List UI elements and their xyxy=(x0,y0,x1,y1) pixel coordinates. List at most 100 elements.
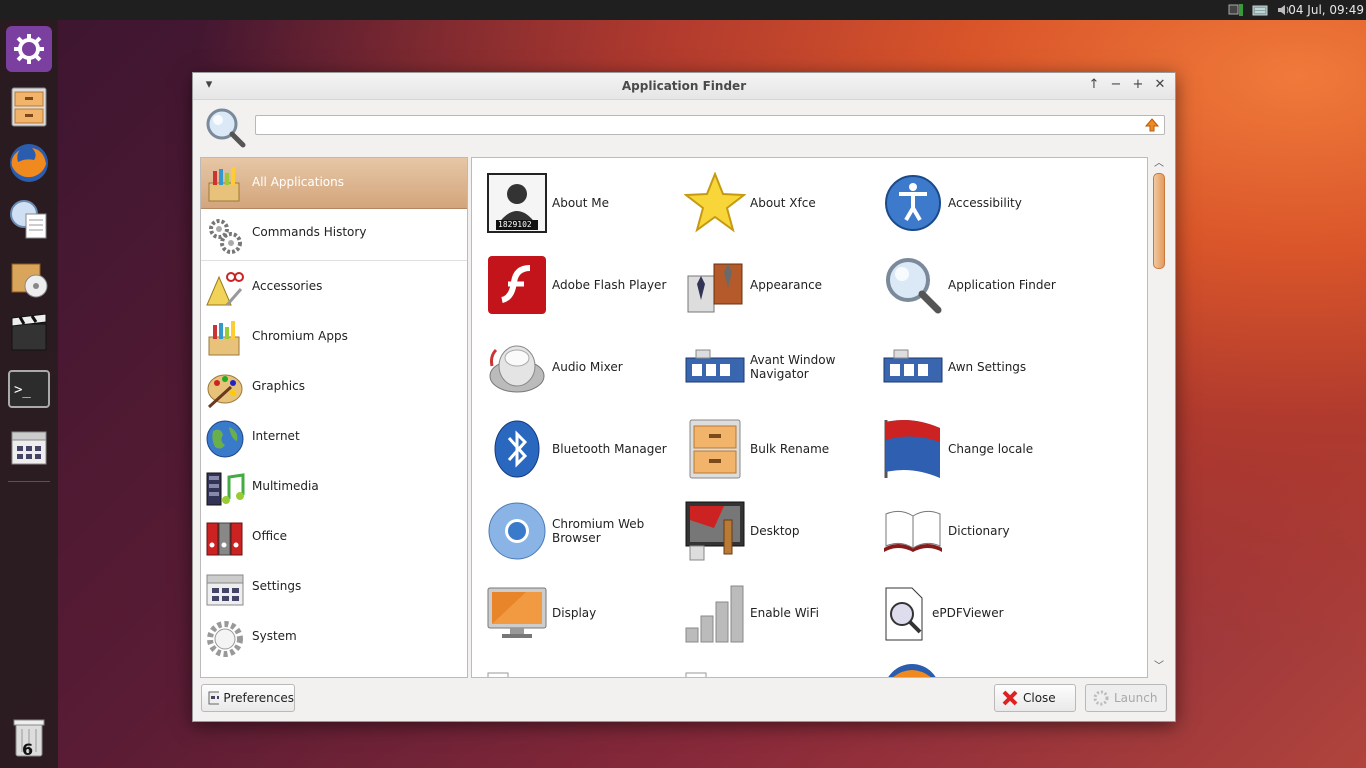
category-all-applications[interactable]: All Applications xyxy=(201,158,467,209)
preferences-icon xyxy=(208,691,220,705)
app-about-me[interactable]: 1829102 About Me xyxy=(486,172,676,236)
close-button[interactable]: Close xyxy=(994,684,1076,712)
app-appearance[interactable]: Appearance xyxy=(684,254,874,318)
maximize-icon[interactable]: + xyxy=(1130,77,1146,93)
preferences-button[interactable]: Preferences xyxy=(201,684,295,712)
category-settings[interactable]: Settings xyxy=(201,562,467,612)
scroll-down-icon[interactable]: ﹀ xyxy=(1153,662,1165,672)
app-desktop[interactable]: Desktop xyxy=(684,500,874,564)
app-chromium-web-browser[interactable]: Chromium Web Browser xyxy=(486,500,676,564)
document-viewer-icon[interactable] xyxy=(6,196,52,242)
flash-icon xyxy=(488,256,546,314)
app-audio-mixer[interactable]: Audio Mixer xyxy=(486,336,676,400)
video-player-icon[interactable] xyxy=(6,310,52,356)
app-awn-settings[interactable]: Awn Settings xyxy=(882,336,1072,400)
category-label: Accessories xyxy=(252,279,323,293)
scroll-thumb[interactable] xyxy=(1153,173,1165,269)
shade-icon[interactable]: ↑ xyxy=(1086,77,1102,93)
app-label: About Xfce xyxy=(750,196,816,210)
clear-search-icon[interactable] xyxy=(1144,118,1160,132)
chromium-apps-icon xyxy=(208,321,240,356)
svg-text:>_: >_ xyxy=(14,382,31,398)
about-me-badge: 1829102 xyxy=(498,220,532,229)
accessories-icon xyxy=(206,272,244,306)
launch-label: Launch xyxy=(1114,691,1158,705)
app-enable-wifi[interactable]: Enable WiFi xyxy=(684,582,874,646)
minimize-icon[interactable]: − xyxy=(1108,77,1124,93)
titlebar[interactable]: ▾ Application Finder ↑ − + ✕ xyxy=(193,73,1175,100)
app-label: Appearance xyxy=(750,278,823,292)
launch-button[interactable]: Launch xyxy=(1085,684,1167,712)
terminal-icon[interactable]: >_ xyxy=(6,366,52,412)
category-office[interactable]: Office xyxy=(201,512,467,562)
app-adobe-flash-player[interactable]: Adobe Flash Player xyxy=(486,254,676,318)
settings-manager-icon[interactable] xyxy=(6,26,52,72)
category-commands-history[interactable]: Commands History xyxy=(201,208,467,258)
app-partial-2[interactable] xyxy=(684,670,744,677)
category-accessories[interactable]: Accessories xyxy=(201,262,467,312)
preferences-label: Preferences xyxy=(223,691,294,705)
app-label: Desktop xyxy=(750,524,800,538)
category-internet[interactable]: Internet xyxy=(201,412,467,462)
app-label: Audio Mixer xyxy=(552,360,623,374)
category-system[interactable]: System xyxy=(201,612,467,662)
application-finder-window: ▾ Application Finder ↑ − + ✕ All Applica… xyxy=(192,72,1176,722)
palette-icon xyxy=(207,374,243,409)
app-about-xfce[interactable]: About Xfce xyxy=(684,172,874,236)
category-label: All Applications xyxy=(252,175,344,189)
scrollbar[interactable]: ︿ ﹀ xyxy=(1149,157,1167,676)
category-separator xyxy=(201,260,467,261)
category-label: Commands History xyxy=(252,225,367,239)
settings-icon[interactable] xyxy=(6,424,52,470)
search-input[interactable] xyxy=(255,115,1165,135)
app-change-locale[interactable]: Change locale xyxy=(882,418,1072,482)
app-partial-1[interactable] xyxy=(486,670,546,677)
category-multimedia[interactable]: Multimedia xyxy=(201,462,467,512)
category-label: System xyxy=(252,629,297,643)
app-display[interactable]: Display xyxy=(486,582,676,646)
archive-manager-icon[interactable] xyxy=(6,254,52,300)
scroll-up-icon[interactable]: ︿ xyxy=(1153,159,1165,169)
trash-icon[interactable]: 6 xyxy=(6,714,52,760)
mixer-knob-icon xyxy=(489,345,545,393)
app-label: About Me xyxy=(552,196,610,210)
app-label: Change locale xyxy=(948,442,1034,456)
category-chromium-apps[interactable]: Chromium Apps xyxy=(201,312,467,362)
globe-icon xyxy=(206,420,244,458)
app-label: Bulk Rename xyxy=(750,442,830,456)
flag-icon xyxy=(884,420,940,478)
clock[interactable]: 04 Jul, 09:49 xyxy=(1288,3,1364,17)
app-application-finder[interactable]: Application Finder xyxy=(882,254,1072,318)
app-epdfviewer[interactable]: ePDFViewer xyxy=(882,582,1072,646)
close-x-icon xyxy=(1002,690,1018,706)
cabinet-icon xyxy=(689,419,741,479)
pdf-viewer-icon xyxy=(885,587,923,641)
system-tray xyxy=(1228,2,1292,18)
awn-settings-icon xyxy=(883,349,943,383)
application-grid: 1829102 About Me About Xfce Accessibilit… xyxy=(471,157,1148,678)
all-apps-icon xyxy=(208,167,240,202)
desktop-paint-icon xyxy=(685,501,745,561)
category-label: Settings xyxy=(252,579,302,593)
app-dictionary[interactable]: Dictionary xyxy=(882,500,1072,564)
close-icon[interactable]: ✕ xyxy=(1152,77,1168,93)
app-avant-window-navigator[interactable]: Avant Window Navigator xyxy=(684,336,874,400)
signal-bars-icon xyxy=(685,585,744,643)
category-label: Multimedia xyxy=(252,479,319,493)
keyboard-icon[interactable] xyxy=(1252,2,1268,18)
accessibility-icon xyxy=(885,175,941,231)
network-icon[interactable] xyxy=(1228,2,1244,18)
file-manager-icon[interactable] xyxy=(6,84,52,130)
app-label: Dictionary xyxy=(948,524,1010,538)
app-label: Avant Window Navigator xyxy=(750,353,836,381)
app-bulk-rename[interactable]: Bulk Rename xyxy=(684,418,874,482)
app-partial-3[interactable] xyxy=(882,662,942,677)
app-label: Bluetooth Manager xyxy=(552,442,667,456)
category-graphics[interactable]: Graphics xyxy=(201,362,467,412)
system-gear-icon xyxy=(207,621,243,657)
app-label: Awn Settings xyxy=(948,360,1027,374)
app-accessibility[interactable]: Accessibility xyxy=(882,172,1072,236)
firefox-icon[interactable] xyxy=(6,140,52,186)
app-bluetooth-manager[interactable]: Bluetooth Manager xyxy=(486,418,676,482)
search-icon xyxy=(203,105,247,149)
